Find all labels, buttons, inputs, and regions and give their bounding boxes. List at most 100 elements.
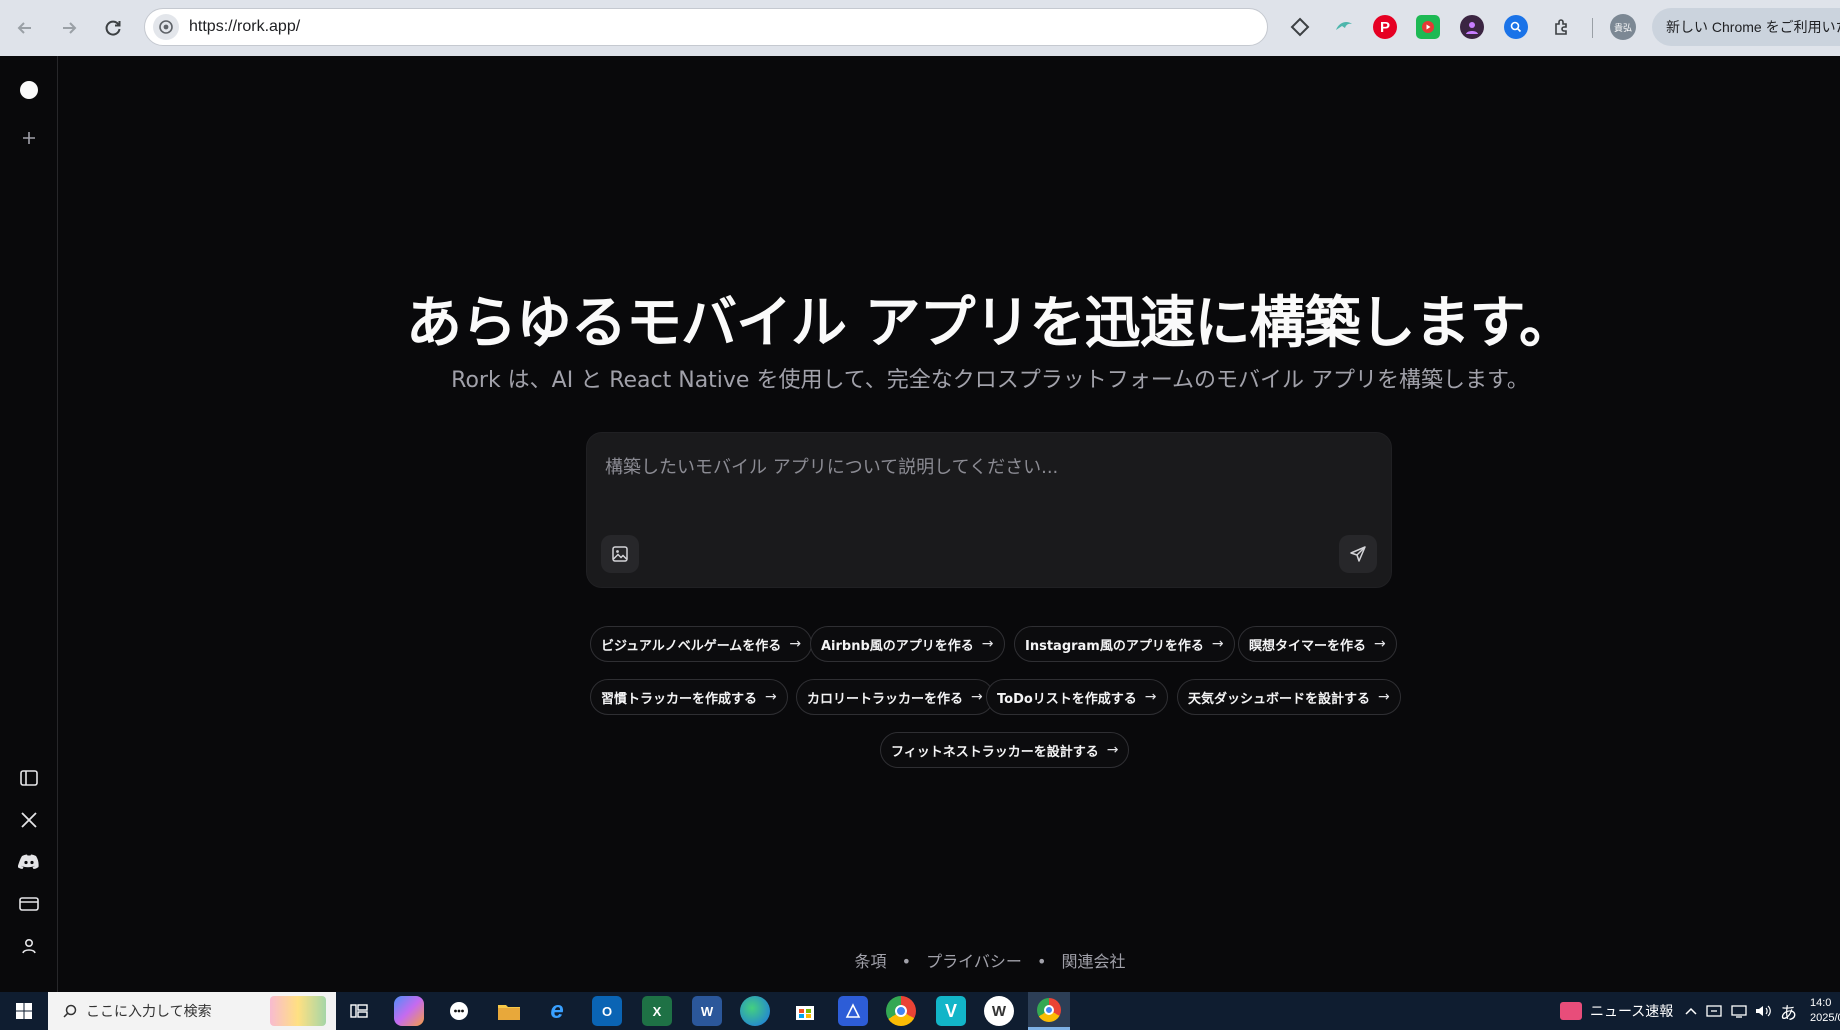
dolphin-extension-icon[interactable] bbox=[1330, 13, 1358, 41]
arrow-right-icon: → bbox=[971, 689, 983, 705]
x-social-link[interactable] bbox=[13, 804, 45, 836]
site-info-button[interactable] bbox=[153, 14, 179, 40]
start-button[interactable] bbox=[0, 992, 48, 1030]
clock-date: 2025/0 bbox=[1810, 1012, 1840, 1024]
puzzle-extensions-icon[interactable] bbox=[1548, 13, 1576, 41]
left-sidebar-rail bbox=[0, 56, 58, 992]
taskbar-search-placeholder: ここに入力して検索 bbox=[86, 1004, 212, 1020]
prompt-box bbox=[586, 432, 1392, 588]
arrow-right-icon: → bbox=[1211, 636, 1224, 652]
suggestion-chip[interactable]: 天気ダッシュボードを設計する → bbox=[1177, 679, 1401, 715]
send-button[interactable] bbox=[1339, 535, 1377, 573]
sidebar-panel-icon bbox=[20, 770, 38, 786]
discord-icon bbox=[18, 854, 39, 869]
search-icon bbox=[63, 1004, 77, 1018]
task-view-icon[interactable] bbox=[344, 996, 374, 1026]
terms-link[interactable]: 条項 bbox=[855, 952, 887, 971]
chat-app-icon[interactable] bbox=[444, 996, 474, 1026]
vectorworks-icon[interactable]: V bbox=[936, 996, 966, 1026]
news-widget[interactable]: ニュース速報 bbox=[1560, 992, 1673, 1030]
address-bar[interactable]: https://rork.app/ bbox=[144, 8, 1268, 46]
affiliates-link[interactable]: 関連会社 bbox=[1061, 952, 1125, 971]
arrow-right-icon: → bbox=[981, 636, 994, 652]
word-icon[interactable]: W bbox=[692, 996, 722, 1026]
site-info-icon bbox=[159, 20, 173, 34]
arrow-right-icon: → bbox=[1378, 689, 1390, 705]
x-logo-icon bbox=[21, 812, 37, 828]
input-indicator-icon[interactable] bbox=[1706, 992, 1724, 1030]
chrome-update-pill[interactable]: 新しい Chrome をご利用いただけます bbox=[1652, 8, 1840, 46]
pinterest-extension-icon[interactable]: P bbox=[1373, 15, 1397, 39]
avatar-extension-icon[interactable] bbox=[1460, 15, 1484, 39]
footer-links: 条項 • プライバシー • 関連会社 bbox=[58, 948, 1840, 972]
plus-icon bbox=[23, 132, 35, 144]
suggestion-chip[interactable]: Airbnb風のアプリを作る → bbox=[810, 626, 1005, 662]
account-button[interactable] bbox=[13, 930, 45, 962]
suggestion-chip[interactable]: フィットネストラッカーを設計する → bbox=[880, 732, 1130, 768]
suggestion-label: フィットネストラッカーを設計する bbox=[891, 744, 1099, 760]
youtube-extension-icon[interactable] bbox=[1416, 15, 1440, 39]
chrome-update-label: 新しい Chrome をご利用いただけます bbox=[1666, 19, 1840, 35]
diamond-extension-icon[interactable] bbox=[1286, 13, 1314, 41]
forward-button[interactable] bbox=[52, 11, 86, 45]
privacy-link[interactable]: プライバシー bbox=[926, 952, 1022, 971]
prompt-input[interactable] bbox=[605, 447, 1365, 487]
profile-avatar-text: 貴弘 bbox=[1613, 22, 1632, 33]
network-icon[interactable] bbox=[1730, 992, 1748, 1030]
wordpress-icon[interactable]: W bbox=[984, 996, 1014, 1026]
new-project-button[interactable] bbox=[13, 122, 45, 154]
discord-link[interactable] bbox=[13, 846, 45, 878]
arrow-right-icon: → bbox=[1374, 636, 1386, 652]
draw-app-icon[interactable] bbox=[838, 996, 868, 1026]
arrow-right-icon: → bbox=[765, 689, 777, 705]
footer-separator: • bbox=[901, 952, 912, 971]
suggestion-label: 瞑想タイマーを作る bbox=[1249, 638, 1367, 654]
taskbar-clock[interactable]: 14:0 2025/0 bbox=[1810, 996, 1840, 1026]
ime-indicator[interactable]: あ bbox=[1780, 992, 1797, 1030]
suggestion-chip[interactable]: Instagram風のアプリを作る → bbox=[1014, 626, 1235, 662]
chrome-icon[interactable] bbox=[886, 996, 916, 1026]
attach-image-button[interactable] bbox=[601, 535, 639, 573]
hero-title: あらゆるモバイル アプリを迅速に構築します。 bbox=[406, 291, 1575, 356]
main-content: あらゆるモバイル アプリを迅速に構築します。 Rork は、AI と React… bbox=[58, 56, 1840, 992]
copilot-icon[interactable] bbox=[394, 996, 424, 1026]
url-text[interactable]: https://rork.app/ bbox=[189, 18, 300, 36]
edge-icon[interactable] bbox=[740, 996, 770, 1026]
taskbar-search[interactable]: ここに入力して検索 bbox=[48, 992, 336, 1030]
suggestion-chip[interactable]: ToDoリストを作成する → bbox=[986, 679, 1168, 715]
profile-avatar[interactable]: 貴弘 bbox=[1610, 14, 1636, 40]
suggestion-chip[interactable]: ビジュアルノベルゲームを作る → bbox=[590, 626, 813, 662]
logo-button[interactable] bbox=[13, 74, 45, 106]
toolbar-divider bbox=[1592, 18, 1593, 38]
suggestion-label: ビジュアルノベルゲームを作る bbox=[601, 638, 782, 654]
tray-overflow-icon[interactable] bbox=[1684, 992, 1698, 1030]
logo-dot-icon bbox=[20, 81, 38, 99]
suggestion-chip[interactable]: 習慣トラッカーを作成する → bbox=[590, 679, 788, 715]
search-extension-icon[interactable] bbox=[1504, 15, 1528, 39]
suggestion-chip[interactable]: 瞑想タイマーを作る → bbox=[1238, 626, 1397, 662]
windows-logo-icon bbox=[16, 1003, 32, 1019]
suggestion-label: 天気ダッシュボードを設計する bbox=[1188, 691, 1371, 707]
suggestion-label: Instagram風のアプリを作る bbox=[1025, 638, 1204, 654]
active-chrome-icon[interactable] bbox=[1028, 992, 1070, 1030]
send-icon bbox=[1350, 546, 1366, 562]
arrow-right-icon: → bbox=[1144, 689, 1157, 705]
credit-card-icon bbox=[19, 897, 39, 911]
outlook-icon[interactable]: O bbox=[592, 996, 622, 1026]
reload-icon bbox=[105, 20, 121, 36]
file-explorer-icon[interactable] bbox=[494, 996, 524, 1026]
store-icon[interactable] bbox=[790, 996, 820, 1026]
suggestion-label: カロリートラッカーを作る bbox=[807, 691, 964, 707]
back-button[interactable] bbox=[8, 11, 42, 45]
internet-explorer-icon[interactable]: e bbox=[542, 996, 572, 1026]
suggestion-chip[interactable]: カロリートラッカーを作る → bbox=[796, 679, 994, 715]
billing-button[interactable] bbox=[13, 888, 45, 920]
windows-taskbar: ここに入力して検索 e O X W V W ニュース速報 あ 14:0 2025… bbox=[0, 992, 1840, 1030]
suggestion-label: 習慣トラッカーを作成する bbox=[601, 691, 758, 707]
hero-subtitle: Rork は、AI と React Native を使用して、完全なクロスプラッ… bbox=[451, 368, 1529, 393]
toggle-sidebar-button[interactable] bbox=[13, 762, 45, 794]
search-highlight-icon bbox=[270, 996, 326, 1026]
excel-icon[interactable]: X bbox=[642, 996, 672, 1026]
reload-button[interactable] bbox=[96, 11, 130, 45]
volume-icon[interactable] bbox=[1754, 992, 1772, 1030]
